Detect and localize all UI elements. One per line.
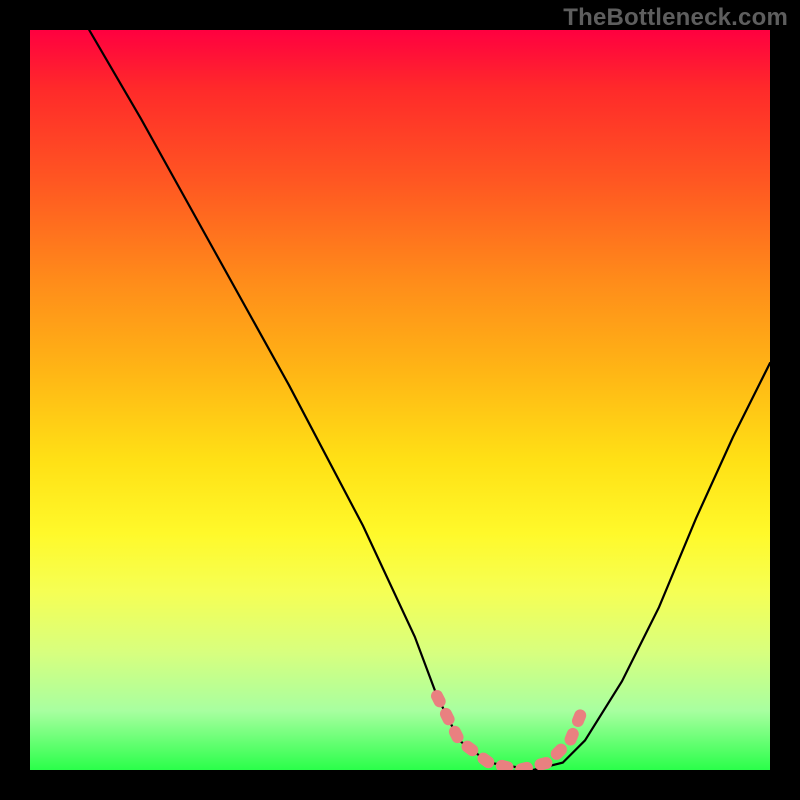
- chart-svg: [30, 30, 770, 770]
- watermark-text: TheBottleneck.com: [563, 4, 788, 32]
- bottleneck-curve-line: [89, 30, 770, 770]
- chart-frame: TheBottleneck.com: [0, 0, 800, 800]
- chart-plot-area: [30, 30, 770, 770]
- optimal-range-marker-line: [437, 696, 585, 770]
